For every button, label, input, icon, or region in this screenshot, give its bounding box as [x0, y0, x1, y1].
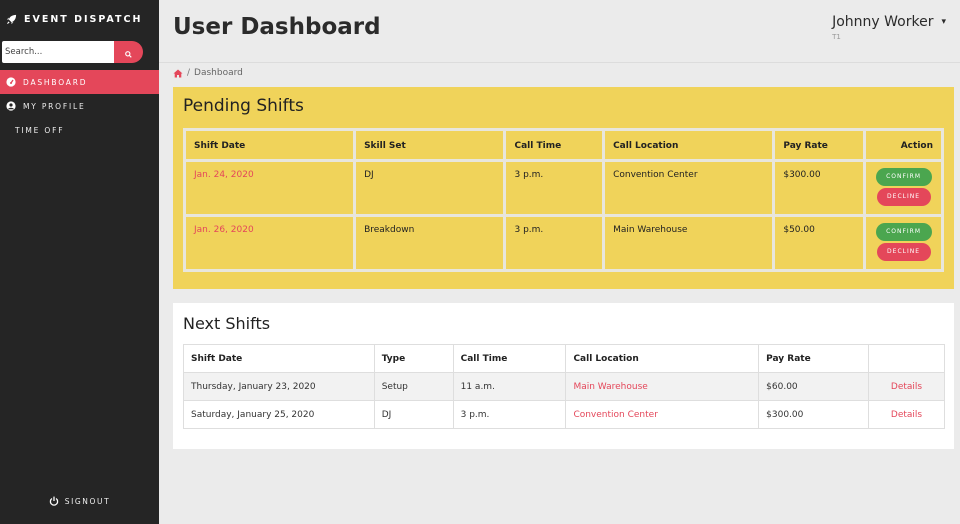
column-header: Call Time — [503, 128, 606, 162]
call-time-cell: 3 p.m. — [503, 214, 606, 272]
column-header: Call Location — [602, 128, 776, 162]
user-circle-icon — [6, 101, 16, 111]
pay-rate-cell: $300.00 — [758, 400, 870, 429]
user-name-row: Johnny Worker ▾ — [832, 14, 946, 30]
rocket-icon — [6, 14, 17, 25]
table-row: Thursday, January 23, 2020 Setup 11 a.m.… — [183, 372, 945, 401]
call-location-cell: Main Warehouse — [602, 214, 776, 272]
sidebar-item-time-off[interactable]: TIME OFF — [0, 118, 159, 142]
call-location-cell: Convention Center — [602, 159, 776, 217]
column-header: Shift Date — [182, 128, 357, 162]
column-header: Call Time — [452, 344, 567, 373]
shift-date-cell: Saturday, January 25, 2020 — [183, 400, 375, 429]
table-row: Jan. 24, 2020 DJ 3 p.m. Convention Cente… — [182, 159, 944, 217]
call-time-cell: 3 p.m. — [452, 400, 567, 429]
decline-button[interactable]: DECLINE — [876, 243, 931, 261]
sidebar-search — [2, 41, 143, 63]
search-input[interactable] — [2, 41, 114, 63]
table-header-row: Shift Date Skill Set Call Time Call Loca… — [182, 128, 944, 162]
confirm-button[interactable]: CONFIRM — [875, 223, 932, 241]
call-location-link[interactable]: Main Warehouse — [565, 372, 760, 401]
column-header: Pay Rate — [772, 128, 867, 162]
call-time-cell: 11 a.m. — [452, 372, 567, 401]
type-cell: Setup — [373, 372, 454, 401]
type-cell: DJ — [373, 400, 454, 429]
details-link[interactable]: Details — [868, 400, 945, 429]
brand-name: EVENT DISPATCH — [24, 13, 143, 25]
sidebar: EVENT DISPATCH DASHBOARD MY PROFILE TIME… — [0, 0, 159, 524]
breadcrumb-separator: / — [187, 68, 191, 78]
sidebar-item-label: MY PROFILE — [23, 101, 86, 111]
shift-date-cell: Jan. 24, 2020 — [182, 159, 357, 217]
column-header: Shift Date — [183, 344, 375, 373]
next-shifts-panel: Next Shifts Shift Date Type Call Time Ca… — [173, 303, 954, 449]
call-location-link[interactable]: Convention Center — [565, 400, 760, 429]
breadcrumb-current: Dashboard — [194, 68, 243, 78]
shift-date-cell: Thursday, January 23, 2020 — [183, 372, 375, 401]
signout-button[interactable]: SIGNOUT — [0, 496, 159, 506]
action-cell: CONFIRM DECLINE — [863, 159, 944, 217]
table-header-row: Shift Date Type Call Time Call Location … — [183, 344, 945, 373]
user-role: T1 — [832, 33, 841, 41]
next-shifts-table: Shift Date Type Call Time Call Location … — [183, 344, 945, 429]
tachometer-icon — [6, 77, 16, 87]
column-header: Type — [373, 344, 454, 373]
user-name: Johnny Worker — [832, 14, 934, 30]
home-icon[interactable] — [173, 69, 183, 78]
shift-date-cell: Jan. 26, 2020 — [182, 214, 357, 272]
sidebar-item-label: TIME OFF — [15, 125, 65, 135]
search-icon — [125, 43, 132, 62]
search-button[interactable] — [114, 41, 143, 63]
decline-button[interactable]: DECLINE — [876, 188, 931, 206]
signout-label: SIGNOUT — [64, 496, 111, 506]
column-header: Skill Set — [353, 128, 507, 162]
caret-down-icon: ▾ — [941, 17, 946, 27]
pay-rate-cell: $300.00 — [772, 159, 867, 217]
column-header: Action — [863, 128, 944, 162]
next-shifts-title: Next Shifts — [183, 314, 271, 333]
pay-rate-cell: $50.00 — [772, 214, 867, 272]
column-header: Call Location — [565, 344, 760, 373]
brand[interactable]: EVENT DISPATCH — [0, 0, 159, 38]
table-row: Jan. 26, 2020 Breakdown 3 p.m. Main Ware… — [182, 214, 944, 272]
column-header — [868, 344, 945, 373]
details-link[interactable]: Details — [868, 372, 945, 401]
pending-shifts-panel: Pending Shifts Shift Date Skill Set Call… — [173, 87, 954, 289]
pending-shifts-table: Shift Date Skill Set Call Time Call Loca… — [182, 128, 944, 272]
confirm-button[interactable]: CONFIRM — [875, 168, 932, 186]
skill-set-cell: Breakdown — [353, 214, 507, 272]
breadcrumb: / Dashboard — [173, 68, 243, 78]
skill-set-cell: DJ — [353, 159, 507, 217]
table-row: Saturday, January 25, 2020 DJ 3 p.m. Con… — [183, 400, 945, 429]
main-content: User Dashboard Johnny Worker ▾ T1 / Dash… — [159, 0, 960, 524]
column-header: Pay Rate — [758, 344, 870, 373]
header-divider — [159, 62, 960, 63]
page-title: User Dashboard — [173, 14, 381, 40]
pending-shifts-title: Pending Shifts — [183, 96, 304, 116]
call-time-cell: 3 p.m. — [503, 159, 606, 217]
sidebar-item-label: DASHBOARD — [23, 77, 88, 87]
pay-rate-cell: $60.00 — [758, 372, 870, 401]
action-cell: CONFIRM DECLINE — [863, 214, 944, 272]
sidebar-item-profile[interactable]: MY PROFILE — [0, 94, 159, 118]
power-icon — [49, 496, 59, 506]
sidebar-nav: DASHBOARD MY PROFILE TIME OFF — [0, 70, 159, 142]
sidebar-item-dashboard[interactable]: DASHBOARD — [0, 70, 159, 94]
user-menu[interactable]: Johnny Worker ▾ T1 — [832, 14, 946, 41]
